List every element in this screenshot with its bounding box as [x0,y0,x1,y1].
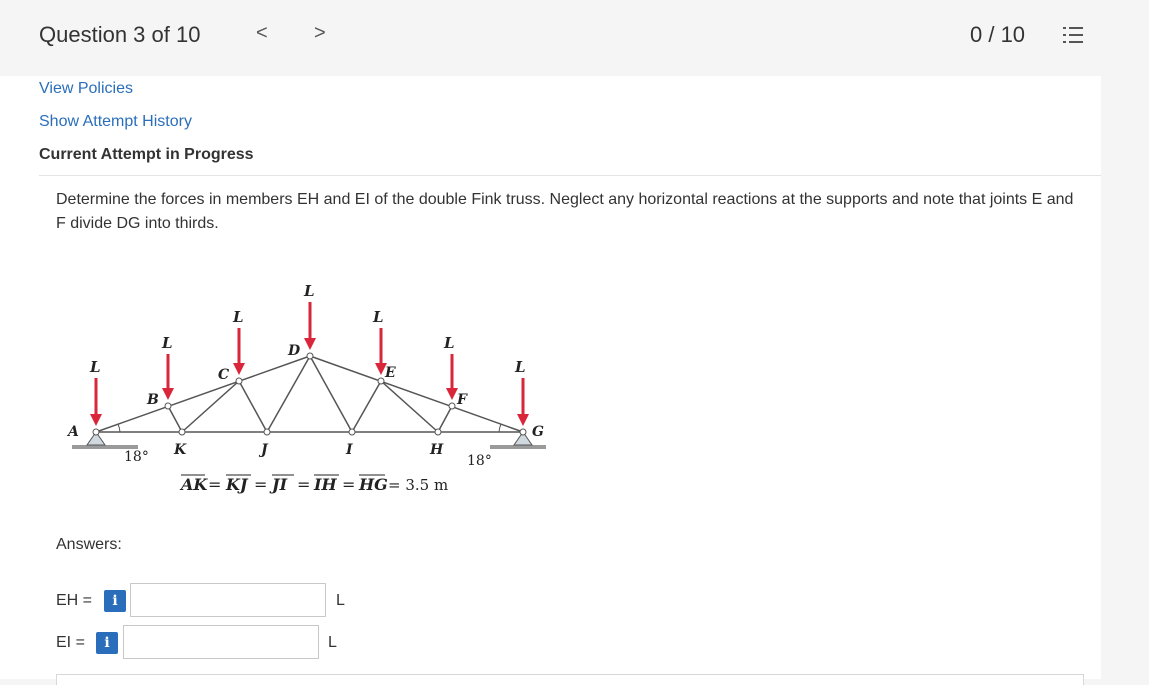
right-angle-label: 18° [467,453,492,469]
question-content: View Policies Show Attempt History Curre… [0,76,1101,685]
left-angle-label: 18° [124,449,149,465]
view-policies-link[interactable]: View Policies [39,80,133,98]
load-label-b: L [161,334,173,352]
question-header: Question 3 of 10 < > 0 / 10 [0,0,1149,76]
load-label-f: L [443,334,455,352]
current-attempt-heading: Current Attempt in Progress [39,146,254,163]
right-ground [490,445,546,449]
load-label-d: L [303,282,315,300]
right-angle-arc [498,423,502,433]
dimension-label: AK = KJ = JI = IH = HG = 3.5 m [179,475,448,494]
load-label-a: L [89,358,101,376]
next-question-button[interactable]: > [314,22,326,45]
svg-text:=: = [342,475,355,494]
joint-label-j: J [258,442,269,458]
joint-label-c: C [218,367,229,383]
eh-unit-label: L [336,592,345,609]
score-display: 0 / 10 [970,22,1026,47]
eh-answer-input[interactable] [130,583,326,617]
dimension-segment-4: IH [313,475,337,494]
joint-label-b: B [146,392,159,408]
joint-label-d: D [287,343,301,359]
svg-text:=: = [208,475,221,494]
left-angle-arc [117,423,121,433]
dimension-segment-5: HG [358,475,388,494]
joint-label-e: E [384,365,396,381]
list-icon[interactable] [1062,24,1084,46]
joint-label-h: H [429,442,444,458]
truss-figure: L L L L L L L A B C D E F G K J I H 18° … [54,256,554,501]
dimension-segment-3: JI [269,475,288,494]
question-prompt: Determine the forces in members EH and E… [56,191,1074,232]
ei-info-icon[interactable]: i [96,632,118,654]
load-label-c: L [232,308,244,326]
divider [39,175,1101,176]
dimension-segment-2: KJ [225,475,249,494]
eh-info-icon[interactable]: i [104,590,126,612]
double-fink-truss-diagram: L L L L L L L A B C D E F G K J I H 18° … [66,282,546,494]
joint-label-f: F [456,392,468,408]
joint-label-k: K [173,442,187,458]
answers-label: Answers: [56,536,122,553]
joint-label-i: I [345,442,353,458]
joint-label-a: A [66,424,79,440]
ei-answer-label: EI = [56,634,85,651]
show-attempt-history-link[interactable]: Show Attempt History [39,113,192,131]
svg-text:=: = [297,475,310,494]
dimension-segment-1: AK [179,475,208,494]
ei-answer-input[interactable] [123,625,319,659]
svg-text:=: = [254,475,267,494]
load-label-e: L [372,308,384,326]
question-title: Question 3 of 10 [39,22,201,47]
dimension-value: = 3.5 m [388,476,448,494]
previous-question-button[interactable]: < [256,22,268,45]
ei-unit-label: L [328,634,337,651]
joint-label-g: G [532,424,544,440]
eh-answer-label: EH = [56,592,93,609]
load-label-g: L [514,358,526,376]
next-section-box [56,674,1084,685]
